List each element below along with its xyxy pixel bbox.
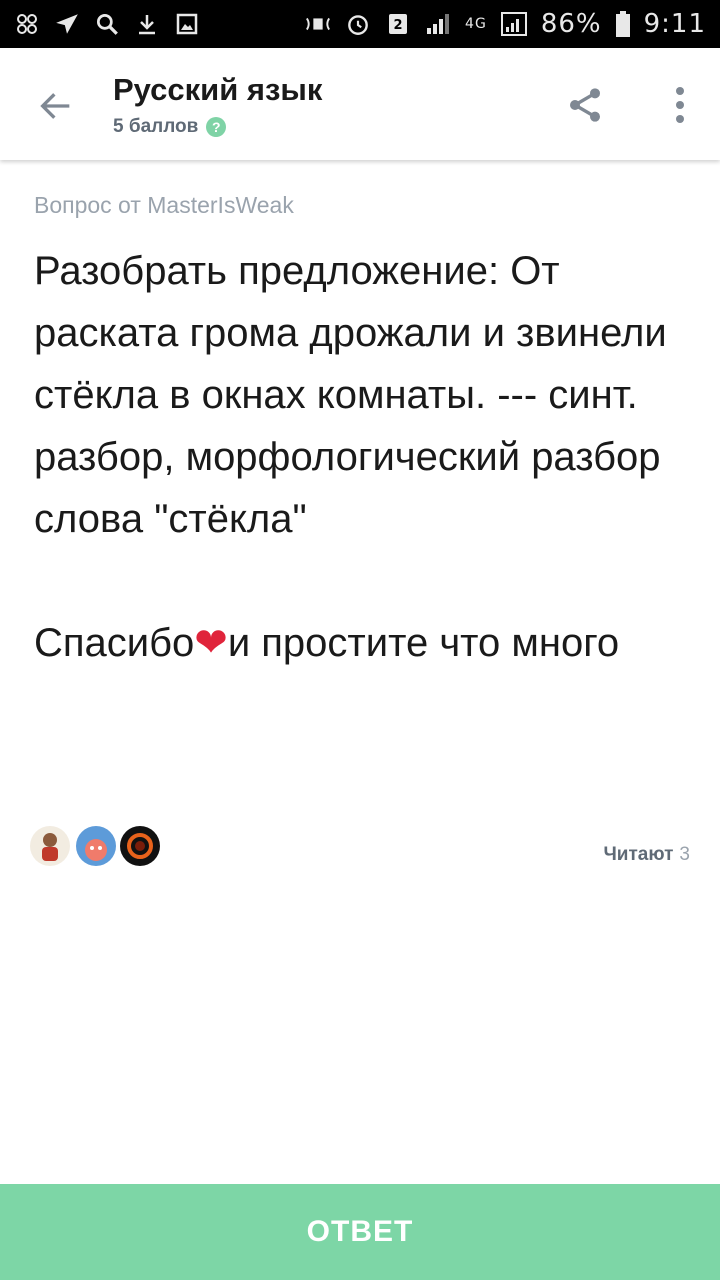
notification-app-icon bbox=[14, 11, 40, 37]
header-titles: Русский язык 5 баллов ? bbox=[113, 72, 322, 138]
alarm-icon bbox=[345, 11, 371, 37]
status-bar: 2 4G 86% 9:11 bbox=[0, 0, 720, 48]
help-icon[interactable]: ? bbox=[206, 117, 227, 137]
share-button[interactable] bbox=[560, 80, 610, 130]
reader-avatar-3-icon bbox=[127, 833, 153, 859]
share-icon bbox=[570, 88, 600, 122]
network-type: 4G bbox=[465, 16, 487, 32]
answer-button[interactable]: ОТВЕТ bbox=[0, 1184, 720, 1280]
thanks-text-a: Спасибо bbox=[34, 621, 195, 665]
thanks-text-b: и простите что много bbox=[227, 621, 620, 665]
battery-percent: 86% bbox=[540, 9, 602, 39]
more-vertical-icon bbox=[676, 87, 684, 123]
download-icon bbox=[134, 11, 160, 37]
image-icon bbox=[174, 11, 200, 37]
svg-text:2: 2 bbox=[394, 18, 403, 33]
avatar[interactable] bbox=[76, 826, 116, 866]
points-label: 5 баллов bbox=[113, 116, 199, 137]
question-thanks: Спасибо❤и простите что много bbox=[34, 612, 694, 674]
heart-icon: ❤ bbox=[194, 621, 228, 665]
signal-bars-icon-2 bbox=[500, 11, 527, 37]
readers-number: 3 bbox=[679, 844, 690, 865]
search-icon bbox=[94, 11, 120, 37]
points-row: 5 баллов ? bbox=[113, 116, 322, 138]
avatar[interactable] bbox=[30, 826, 70, 866]
question-text: Разобрать предложение: От раската грома … bbox=[34, 240, 694, 674]
readers-count: Читают 3 bbox=[603, 844, 690, 866]
subject-title: Русский язык bbox=[113, 72, 323, 107]
reader-avatar-2-icon bbox=[85, 839, 107, 861]
question-author: Вопрос от MasterIsWeak bbox=[34, 192, 294, 218]
sim-icon: 2 bbox=[385, 11, 411, 37]
more-options-button[interactable] bbox=[660, 80, 700, 130]
app-header: Русский язык 5 баллов ? bbox=[0, 48, 720, 160]
signal-sync-icon bbox=[305, 11, 331, 37]
avatar[interactable] bbox=[120, 826, 160, 866]
readers-row: Читают 3 bbox=[30, 826, 690, 870]
status-bar-right: 2 4G 86% 9:11 bbox=[305, 9, 706, 39]
arrow-left-icon bbox=[40, 93, 70, 119]
question-body: Разобрать предложение: От раската грома … bbox=[34, 249, 667, 541]
clock: 9:11 bbox=[643, 9, 706, 39]
back-button[interactable] bbox=[30, 80, 82, 132]
battery-icon bbox=[615, 11, 630, 37]
send-icon bbox=[54, 11, 80, 37]
status-bar-left bbox=[14, 11, 200, 37]
readers-label: Читают bbox=[603, 844, 674, 865]
signal-bars-icon bbox=[425, 11, 451, 37]
reader-avatar-1-icon bbox=[42, 833, 58, 861]
